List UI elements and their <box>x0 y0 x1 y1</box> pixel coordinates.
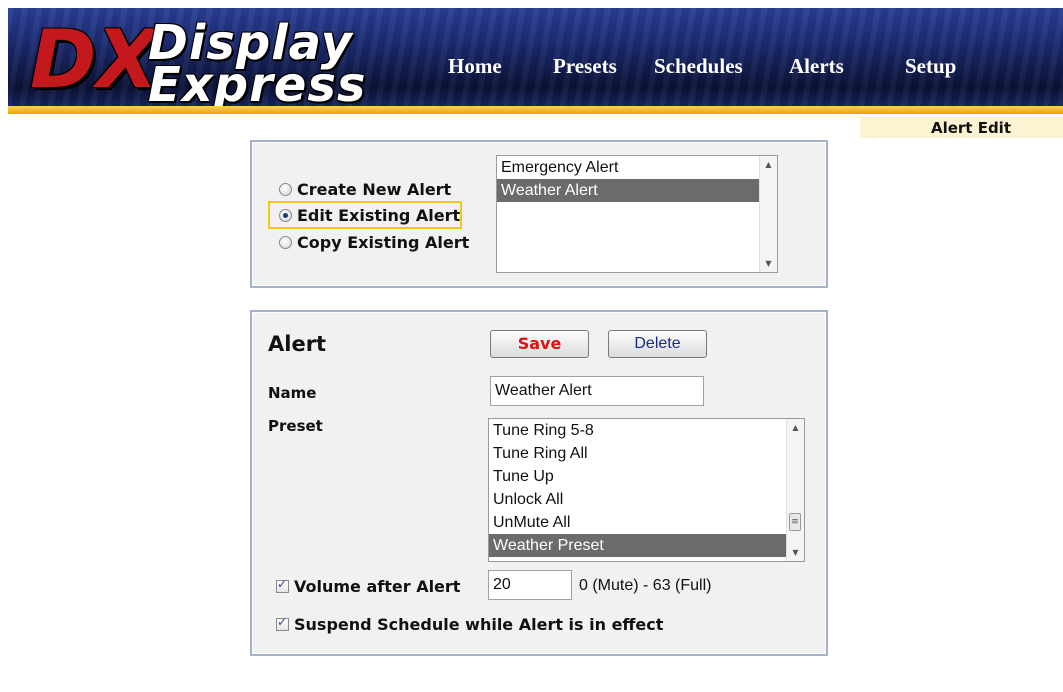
logo-mark-text: DX <box>30 13 159 106</box>
scroll-up-icon[interactable]: ▲ <box>760 156 777 173</box>
volume-checkbox-row[interactable]: Volume after Alert <box>276 577 460 596</box>
list-item[interactable]: Weather Alert <box>497 179 760 202</box>
scroll-down-icon[interactable]: ▼ <box>787 544 804 561</box>
list-item[interactable]: Tune Ring All <box>489 442 787 465</box>
header-divider <box>8 106 1063 114</box>
alert-edit-panel: Alert Save Delete Name Preset Tune Ring … <box>250 310 828 656</box>
volume-label: Volume after Alert <box>294 577 461 596</box>
nav-setup[interactable]: Setup <box>905 54 956 79</box>
panel-title: Alert <box>268 332 327 356</box>
radio-copy-existing[interactable]: Copy Existing Alert <box>279 230 469 254</box>
radio-create-new[interactable]: Create New Alert <box>279 177 451 201</box>
scroll-thumb[interactable] <box>789 513 801 531</box>
suspend-checkbox-row[interactable]: Suspend Schedule while Alert is in effec… <box>276 615 663 634</box>
alert-select-panel: Create New Alert Edit Existing Alert Cop… <box>250 140 828 288</box>
radio-edit-existing-label: Edit Existing Alert <box>297 205 461 225</box>
list-item[interactable]: Emergency Alert <box>497 156 760 179</box>
suspend-label: Suspend Schedule while Alert is in effec… <box>294 615 664 634</box>
nav-alerts[interactable]: Alerts <box>789 54 844 79</box>
logo-mark: DX <box>30 18 158 102</box>
save-button[interactable]: Save <box>490 330 589 358</box>
alert-list-scrollbar[interactable]: ▲ ▼ <box>759 156 777 272</box>
nav-schedules[interactable]: Schedules <box>654 54 743 79</box>
list-item[interactable]: Weather Preset <box>489 534 787 557</box>
volume-range-hint: 0 (Mute) - 63 (Full) <box>579 577 712 594</box>
logo-line2: Express <box>148 57 367 113</box>
nav-home[interactable]: Home <box>448 54 502 79</box>
delete-button[interactable]: Delete <box>608 330 707 358</box>
page-title: Alert Edit <box>930 119 1011 137</box>
radio-create-new-button[interactable] <box>279 182 292 196</box>
name-label: Name <box>268 384 317 402</box>
radio-edit-existing[interactable]: Edit Existing Alert <box>279 203 460 227</box>
radio-copy-existing-label: Copy Existing Alert <box>297 232 470 252</box>
radio-create-new-label: Create New Alert <box>297 179 452 199</box>
list-item[interactable]: Tune Up <box>489 465 787 488</box>
radio-copy-existing-button[interactable] <box>279 235 292 249</box>
preset-label: Preset <box>268 417 323 435</box>
nav-presets[interactable]: Presets <box>553 54 617 79</box>
scroll-up-icon[interactable]: ▲ <box>787 419 804 436</box>
page-title-tab: Alert Edit <box>860 117 1063 138</box>
volume-checkbox[interactable] <box>276 577 289 593</box>
suspend-checkbox[interactable] <box>276 615 289 631</box>
list-item[interactable]: Tune Ring 5-8 <box>489 419 787 442</box>
header-banner: DX Display Express Home Presets Schedule… <box>8 8 1063 114</box>
volume-input[interactable] <box>488 570 572 600</box>
list-item[interactable]: UnMute All <box>489 511 787 534</box>
preset-list-scrollbar[interactable]: ▲ ▼ <box>786 419 804 561</box>
list-item[interactable]: Unlock All <box>489 488 787 511</box>
radio-edit-existing-button[interactable] <box>279 208 292 222</box>
scroll-down-icon[interactable]: ▼ <box>760 255 777 272</box>
name-input[interactable] <box>490 376 704 406</box>
alert-listbox[interactable]: Emergency Alert Weather Alert ▲ ▼ <box>496 155 778 273</box>
preset-listbox[interactable]: Tune Ring 5-8 Tune Ring All Tune Up Unlo… <box>488 418 805 562</box>
